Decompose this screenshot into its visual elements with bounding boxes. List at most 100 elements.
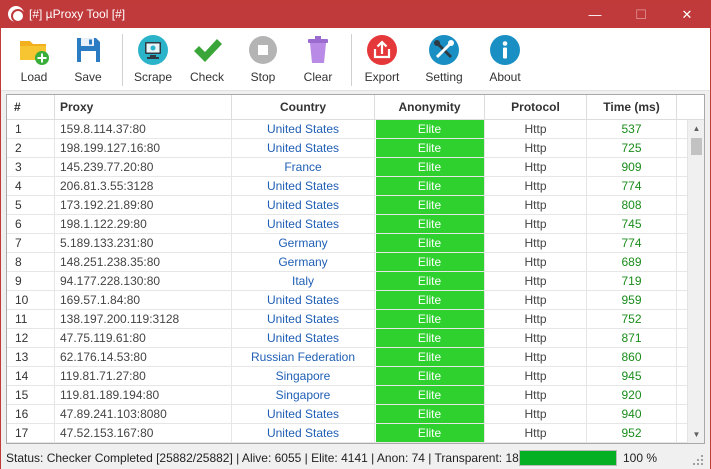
cell-anonymity: Elite: [375, 310, 485, 328]
window-title: [#] µProxy Tool [#]: [29, 7, 126, 21]
cell-time: 719: [587, 272, 677, 290]
table-row[interactable]: 5 173.192.21.89:80 United States Elite Http 8…: [7, 196, 687, 215]
table-row[interactable]: 2 198.199.127.16:80 United States Elite Http…: [7, 139, 687, 158]
progress-bar: [519, 450, 617, 466]
cell-proxy: 94.177.228.130:80: [55, 272, 232, 290]
cell-number: 15: [7, 386, 55, 404]
table-row[interactable]: 15 119.81.189.194:80 Singapore Elite Http 920: [7, 386, 687, 405]
export-button[interactable]: Export: [356, 32, 408, 88]
minimize-button[interactable]: —: [572, 1, 618, 28]
floppy-disk-icon: [77, 38, 100, 62]
cell-anonymity: Elite: [375, 272, 485, 290]
anonymity-label: Elite: [417, 236, 442, 250]
table-header: # Proxy Country Anonymity Protocol Time …: [7, 95, 704, 120]
table-row[interactable]: 9 94.177.228.130:80 Italy Elite Http 719: [7, 272, 687, 291]
table-row[interactable]: 13 62.176.14.53:80 Russian Federation Elite…: [7, 348, 687, 367]
table-row[interactable]: 11 138.197.200.119:3128 United States Elite…: [7, 310, 687, 329]
cell-country: Germany: [232, 234, 375, 252]
cell-number: 16: [7, 405, 55, 423]
cell-number: 2: [7, 139, 55, 157]
cell-number: 12: [7, 329, 55, 347]
cell-proxy: 119.81.71.27:80: [55, 367, 232, 385]
toolbar-separator: [122, 34, 123, 86]
anonymity-label: Elite: [417, 255, 442, 269]
resize-grip-icon[interactable]: [691, 453, 705, 467]
table-row[interactable]: 16 47.89.241.103:8080 United States Elite Ht…: [7, 405, 687, 424]
status-bar: Status: Checker Completed [25882/25882] …: [1, 447, 710, 469]
cell-protocol: Http: [485, 329, 587, 347]
table-row[interactable]: 1 159.8.114.37:80 United States Elite Http 53…: [7, 120, 687, 139]
anonymity-label: Elite: [417, 217, 442, 231]
scroll-up-arrow-icon[interactable]: ▲: [688, 120, 704, 137]
column-header-time[interactable]: Time (ms): [587, 95, 677, 120]
app-window: [#] µProxy Tool [#] — ☐ ✕ Load Save Scra…: [0, 0, 711, 469]
about-button[interactable]: About: [479, 32, 531, 88]
column-header-anonymity[interactable]: Anonymity: [375, 95, 485, 120]
cell-anonymity: Elite: [375, 215, 485, 233]
cell-protocol: Http: [485, 158, 587, 176]
table-row[interactable]: 4 206.81.3.55:3128 United States Elite Http 7…: [7, 177, 687, 196]
close-button[interactable]: ✕: [664, 1, 710, 28]
cell-number: 14: [7, 367, 55, 385]
vertical-scrollbar[interactable]: ▲ ▼: [687, 120, 704, 443]
toolbar-separator: [351, 34, 352, 86]
cell-time: 945: [587, 367, 677, 385]
progress-fill: [520, 451, 616, 465]
cell-number: 7: [7, 234, 55, 252]
column-header-number[interactable]: #: [7, 95, 55, 120]
stop-icon: [249, 36, 277, 64]
table-row[interactable]: 3 145.239.77.20:80 France Elite Http 909: [7, 158, 687, 177]
column-header-protocol[interactable]: Protocol: [485, 95, 587, 120]
scroll-down-arrow-icon[interactable]: ▼: [688, 426, 704, 443]
check-button[interactable]: Check: [181, 32, 233, 88]
anonymity-label: Elite: [417, 331, 442, 345]
cell-number: 3: [7, 158, 55, 176]
column-header-country[interactable]: Country: [232, 95, 375, 120]
proxy-table[interactable]: # Proxy Country Anonymity Protocol Time …: [6, 94, 705, 444]
table-row[interactable]: 12 47.75.119.61:80 United States Elite Http 8…: [7, 329, 687, 348]
table-row[interactable]: 6 198.1.122.29:80 United States Elite Http 74…: [7, 215, 687, 234]
cell-time: 537: [587, 120, 677, 138]
cell-country: Singapore: [232, 367, 375, 385]
anonymity-label: Elite: [417, 179, 442, 193]
anonymity-label: Elite: [417, 160, 442, 174]
clear-button[interactable]: Clear: [292, 32, 344, 88]
cell-time: 689: [587, 253, 677, 271]
cell-country: United States: [232, 196, 375, 214]
load-button[interactable]: Load: [8, 32, 60, 88]
cell-time: 774: [587, 234, 677, 252]
anonymity-label: Elite: [417, 388, 442, 402]
checkmark-icon: [194, 39, 222, 62]
maximize-button[interactable]: ☐: [618, 1, 664, 28]
table-row[interactable]: 17 47.52.153.167:80 United States Elite Http…: [7, 424, 687, 443]
cell-number: 13: [7, 348, 55, 366]
cell-proxy: 138.197.200.119:3128: [55, 310, 232, 328]
cell-time: 920: [587, 386, 677, 404]
table-row[interactable]: 14 119.81.71.27:80 Singapore Elite Http 945: [7, 367, 687, 386]
save-button[interactable]: Save: [62, 32, 114, 88]
cell-proxy: 5.189.133.231:80: [55, 234, 232, 252]
cell-protocol: Http: [485, 405, 587, 423]
stop-button[interactable]: Stop: [237, 32, 289, 88]
cell-protocol: Http: [485, 215, 587, 233]
cell-proxy: 62.176.14.53:80: [55, 348, 232, 366]
cell-proxy: 198.199.127.16:80: [55, 139, 232, 157]
folder-add-icon: [20, 41, 49, 65]
table-row[interactable]: 8 148.251.238.35:80 Germany Elite Http 689: [7, 253, 687, 272]
cell-protocol: Http: [485, 291, 587, 309]
scrape-button[interactable]: Scrape: [127, 32, 179, 88]
anonymity-label: Elite: [417, 274, 442, 288]
table-row[interactable]: 7 5.189.133.231:80 Germany Elite Http 774: [7, 234, 687, 253]
cell-anonymity: Elite: [375, 329, 485, 347]
cell-proxy: 159.8.114.37:80: [55, 120, 232, 138]
cell-number: 5: [7, 196, 55, 214]
setting-button[interactable]: Setting: [418, 32, 470, 88]
title-bar: [#] µProxy Tool [#] — ☐ ✕: [1, 1, 710, 28]
info-icon: [490, 35, 520, 65]
cell-protocol: Http: [485, 348, 587, 366]
cell-proxy: 148.251.238.35:80: [55, 253, 232, 271]
scrollbar-thumb[interactable]: [691, 138, 702, 155]
cell-time: 871: [587, 329, 677, 347]
table-row[interactable]: 10 169.57.1.84:80 United States Elite Http 95…: [7, 291, 687, 310]
column-header-proxy[interactable]: Proxy: [55, 95, 232, 120]
